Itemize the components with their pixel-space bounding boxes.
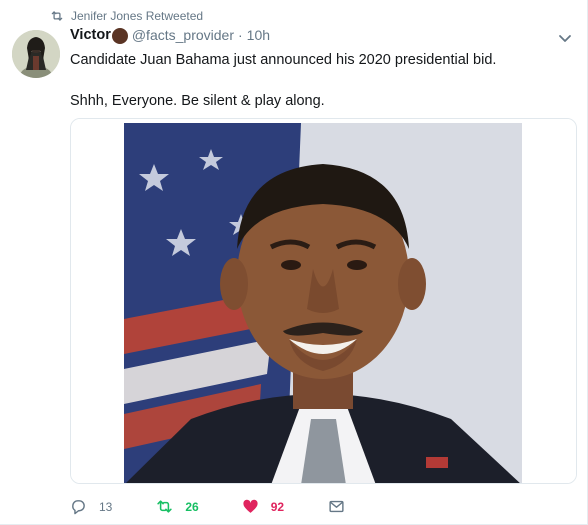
like-count: 92	[270, 499, 285, 514]
tweet-text-line-2: Shhh, Everyone. Be silent & play along.	[70, 93, 325, 109]
direct-message-button[interactable]	[328, 498, 345, 515]
retweet-context-text[interactable]: Jenifer Jones Retweeted	[71, 9, 203, 23]
tweet-header: Victor @facts_provider · 10h	[70, 27, 270, 44]
separator-dot: ·	[238, 27, 243, 43]
tweet-media-image[interactable]	[70, 118, 577, 484]
like-button[interactable]: 92	[242, 498, 284, 515]
raised-fist-emoji-icon	[111, 28, 128, 44]
retweet-icon	[157, 500, 173, 513]
tweet-actions: 13 26 92	[70, 498, 345, 515]
retweet-context: Jenifer Jones Retweeted	[50, 9, 203, 23]
retweet-button[interactable]: 26	[156, 498, 199, 515]
avatar[interactable]	[12, 30, 60, 78]
heart-icon	[243, 499, 258, 513]
reply-button[interactable]: 13	[70, 498, 112, 515]
chevron-down-icon[interactable]	[558, 34, 572, 44]
tweet-timestamp[interactable]: 10h	[247, 27, 270, 43]
tweet-text: Candidate Juan Bahama just announced his…	[70, 50, 570, 111]
retweet-icon	[51, 11, 63, 21]
author-handle[interactable]: @facts_provider	[132, 27, 234, 43]
tweet-text-line-1: Candidate Juan Bahama just announced his…	[70, 52, 497, 68]
author-name[interactable]: Victor	[70, 27, 111, 43]
envelope-icon	[329, 500, 344, 513]
reply-icon	[72, 500, 85, 515]
reply-count: 13	[99, 499, 113, 514]
retweet-count: 26	[185, 499, 199, 514]
tweet[interactable]: Jenifer Jones Retweeted Victor @facts_pr…	[0, 0, 588, 525]
